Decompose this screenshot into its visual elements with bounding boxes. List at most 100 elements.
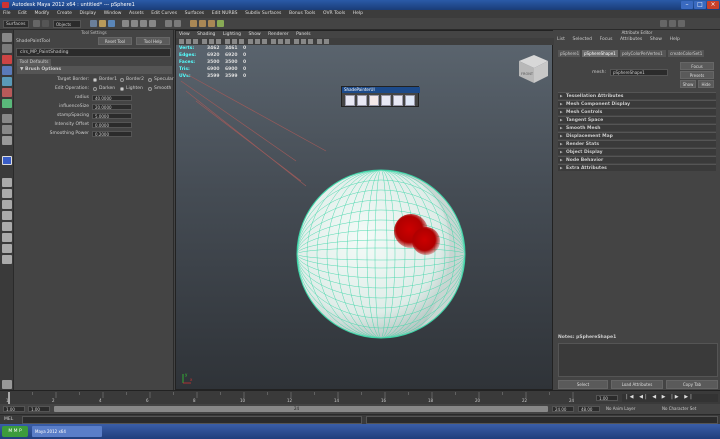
- notes-textarea[interactable]: [558, 343, 718, 377]
- snap-curve-icon[interactable]: [131, 20, 138, 27]
- ae-menu-focus[interactable]: Focus: [597, 36, 616, 44]
- layout-hypershade-icon[interactable]: [2, 244, 12, 253]
- intensity-offset-field[interactable]: 0.0000: [92, 122, 132, 128]
- section-extra-attributes[interactable]: Extra Attributes: [558, 164, 716, 172]
- move-tool-icon[interactable]: [2, 66, 12, 75]
- anim-layer-dropdown[interactable]: No Anim Layer: [606, 406, 635, 411]
- context-name-field[interactable]: clrs_MP_PaintShading: [16, 48, 171, 57]
- tab-tool-defaults[interactable]: Tool Defaults: [17, 59, 51, 66]
- tab-psphereshape1[interactable]: pSphereShape1: [582, 50, 618, 57]
- shade-red-icon[interactable]: [369, 95, 379, 106]
- focus-button[interactable]: Focus: [680, 62, 714, 70]
- ae-menu-list[interactable]: List: [554, 36, 568, 44]
- copy-tab-button[interactable]: Copy Tab: [666, 380, 718, 389]
- scene-canvas[interactable]: FRONT y x: [176, 31, 554, 391]
- section-render-stats[interactable]: Render Stats: [558, 140, 716, 148]
- playback-controls[interactable]: |◀ ◀| ◀ ▶ |▶ ▶|: [622, 394, 718, 402]
- taskbar-maya-task[interactable]: Maya 2012 x64: [32, 426, 102, 437]
- radio-border2[interactable]: [120, 78, 124, 82]
- maximize-icon[interactable]: □: [694, 1, 706, 9]
- menu-file[interactable]: File: [0, 10, 14, 18]
- menu-bonus-tools[interactable]: Bonus Tools: [286, 10, 318, 18]
- snap-point-icon[interactable]: [140, 20, 147, 27]
- view-cube[interactable]: FRONT: [519, 55, 548, 83]
- close-icon[interactable]: ×: [707, 1, 719, 9]
- influence-size-field[interactable]: 20.0000: [92, 104, 132, 110]
- radio-darken[interactable]: [93, 87, 97, 91]
- file-save-icon[interactable]: [108, 20, 115, 27]
- stamp-spacing-field[interactable]: 5.0000: [92, 113, 132, 119]
- section-tangent-space[interactable]: Tangent Space: [558, 116, 716, 124]
- perspective-viewport[interactable]: View Shading Lighting Show Renderer Pane…: [175, 30, 554, 391]
- attribute-editor-toggle-icon[interactable]: [660, 20, 667, 27]
- section-mesh-component-display[interactable]: Mesh Component Display: [558, 100, 716, 108]
- layout-single-icon[interactable]: [2, 178, 12, 187]
- file-new-icon[interactable]: [90, 20, 97, 27]
- end-time-field[interactable]: 48.00: [578, 406, 600, 412]
- menu-ovr-tools[interactable]: OVR Tools: [320, 10, 348, 18]
- layout-four-icon[interactable]: [2, 189, 12, 198]
- brush-options-frame[interactable]: ▼ Brush Options: [17, 66, 172, 74]
- render-icon[interactable]: [190, 20, 197, 27]
- menu-assets[interactable]: Assets: [126, 10, 147, 18]
- menu-edit-curves[interactable]: Edit Curves: [148, 10, 180, 18]
- show-button[interactable]: Show: [680, 80, 696, 88]
- tool-settings-toggle-icon[interactable]: [669, 20, 676, 27]
- layout-persp-graph-icon[interactable]: [2, 255, 12, 264]
- select-mode-field[interactable]: Objects: [53, 20, 81, 28]
- layout-graph-icon[interactable]: [2, 233, 12, 242]
- character-set-dropdown[interactable]: No Character Set: [662, 406, 696, 411]
- snap-plane-icon[interactable]: [149, 20, 156, 27]
- radio-smooth[interactable]: [148, 87, 152, 91]
- current-frame-field[interactable]: 1.00: [596, 395, 618, 401]
- select-button[interactable]: Select: [558, 380, 608, 389]
- section-tessellation[interactable]: Tessellation Attributes: [558, 92, 716, 100]
- section-displacement-map[interactable]: Displacement Map: [558, 132, 716, 140]
- playback-icons[interactable]: |◀ ◀| ◀ ▶ |▶ ▶|: [622, 394, 694, 400]
- ae-menu-show[interactable]: Show: [647, 36, 665, 44]
- range-slider[interactable]: 24: [54, 406, 548, 412]
- menu-display[interactable]: Display: [77, 10, 100, 18]
- start-button[interactable]: M M P: [2, 426, 28, 437]
- tab-polycolorpervertex1[interactable]: polyColorPerVertex1: [620, 50, 666, 57]
- reset-tool-button[interactable]: Reset Tool: [98, 37, 132, 45]
- radio-lighten[interactable]: [120, 87, 124, 91]
- tab-psphere1[interactable]: pSphere1: [558, 50, 580, 57]
- radio-specular[interactable]: [148, 78, 152, 82]
- section-mesh-controls[interactable]: Mesh Controls: [558, 108, 716, 116]
- mask-icon[interactable]: [42, 20, 49, 27]
- minimize-icon[interactable]: –: [681, 1, 693, 9]
- ipr-render-icon[interactable]: [199, 20, 206, 27]
- tab-createcolorset1[interactable]: createColorSet1: [668, 50, 704, 57]
- scale-tool-icon[interactable]: [2, 88, 12, 97]
- history-icon[interactable]: [165, 20, 172, 27]
- section-smooth-mesh[interactable]: Smooth Mesh: [558, 124, 716, 132]
- shade-brush-icon[interactable]: [345, 95, 355, 106]
- ae-menu-attributes[interactable]: Attributes: [617, 36, 645, 44]
- construction-icon[interactable]: [174, 20, 181, 27]
- range-start-field[interactable]: 1.00: [28, 406, 50, 412]
- select-mode-icon[interactable]: [33, 20, 40, 27]
- time-slider[interactable]: 1 2 4 6 8 10 12 14 16 18 20 22 24 1.00 |…: [0, 390, 720, 404]
- layout-side-icon[interactable]: [2, 200, 12, 209]
- shade-smooth-icon[interactable]: [381, 95, 391, 106]
- command-input[interactable]: [22, 416, 362, 424]
- menu-subdiv-surfaces[interactable]: Subdiv Surfaces: [242, 10, 284, 18]
- layout-outliner-icon[interactable]: [2, 222, 12, 231]
- snap-grid-icon[interactable]: [122, 20, 129, 27]
- manipulator-tool-icon[interactable]: [2, 99, 12, 108]
- shade-paint-tool-icon[interactable]: [2, 156, 12, 165]
- script-editor-icon[interactable]: [2, 380, 12, 389]
- hypershade-icon[interactable]: [217, 20, 224, 27]
- presets-button[interactable]: Presets: [680, 71, 714, 79]
- shade-bucket-icon[interactable]: [357, 95, 367, 106]
- layout-top-icon[interactable]: [2, 211, 12, 220]
- menu-window[interactable]: Window: [101, 10, 125, 18]
- start-time-field[interactable]: 1.00: [3, 406, 25, 412]
- select-tool-icon[interactable]: [2, 33, 12, 42]
- lasso-tool-icon[interactable]: [2, 44, 12, 53]
- mesh-name-field[interactable]: pSphereShape1: [610, 69, 668, 76]
- render-settings-icon[interactable]: [208, 20, 215, 27]
- radius-field[interactable]: 40.0000: [92, 95, 132, 101]
- range-end-field[interactable]: 24.00: [552, 406, 574, 412]
